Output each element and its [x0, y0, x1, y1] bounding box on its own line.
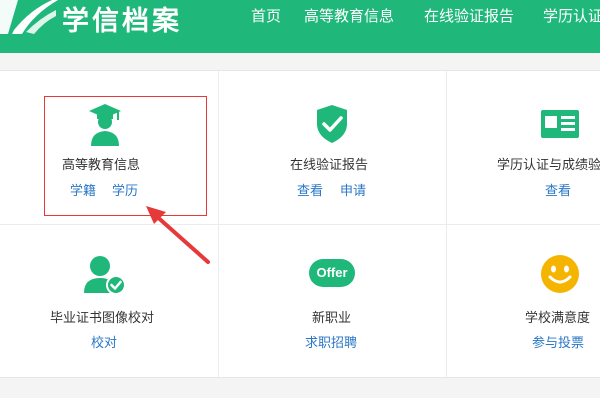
footer-spacer	[0, 378, 600, 398]
nav-degree-certification[interactable]: 学历认证	[543, 6, 600, 26]
link-vote[interactable]: 参与投票	[532, 336, 584, 352]
shield-check-icon	[317, 105, 347, 143]
user-check-icon	[84, 256, 126, 295]
link-job-search[interactable]: 求职招聘	[305, 336, 357, 352]
link-view-certification[interactable]: 查看	[545, 184, 571, 200]
graduate-icon	[89, 104, 121, 146]
id-card-icon	[541, 110, 579, 138]
header-spacer	[0, 53, 600, 70]
nav-home[interactable]: 首页	[251, 6, 281, 26]
nav-higher-education[interactable]: 高等教育信息	[304, 6, 394, 26]
link-student-status[interactable]: 学籍	[70, 184, 96, 200]
top-header: 学信档案 首页 高等教育信息 在线验证报告 学历认证	[0, 0, 600, 53]
tile-title: 学校满意度	[525, 311, 591, 326]
arrow-icon	[146, 206, 210, 264]
site-logo-text[interactable]: 学信档案	[62, 4, 182, 40]
link-view-report[interactable]: 查看	[297, 184, 323, 200]
tile-title: 新职业	[312, 311, 352, 326]
logo-icon	[0, 0, 58, 34]
tile-title: 学历认证与成绩验	[497, 158, 600, 173]
tile-title: 高等教育信息	[62, 158, 141, 173]
grid-divider	[0, 224, 600, 225]
link-apply-report[interactable]: 申请	[340, 184, 366, 200]
offer-icon: Offer	[309, 259, 355, 287]
smiley-icon	[541, 255, 579, 293]
link-degree[interactable]: 学历	[112, 184, 138, 200]
link-proofread[interactable]: 校对	[91, 336, 117, 352]
tile-title: 在线验证报告	[290, 158, 369, 173]
tile-title: 毕业证书图像校对	[50, 311, 155, 326]
nav-online-verification[interactable]: 在线验证报告	[424, 6, 514, 26]
